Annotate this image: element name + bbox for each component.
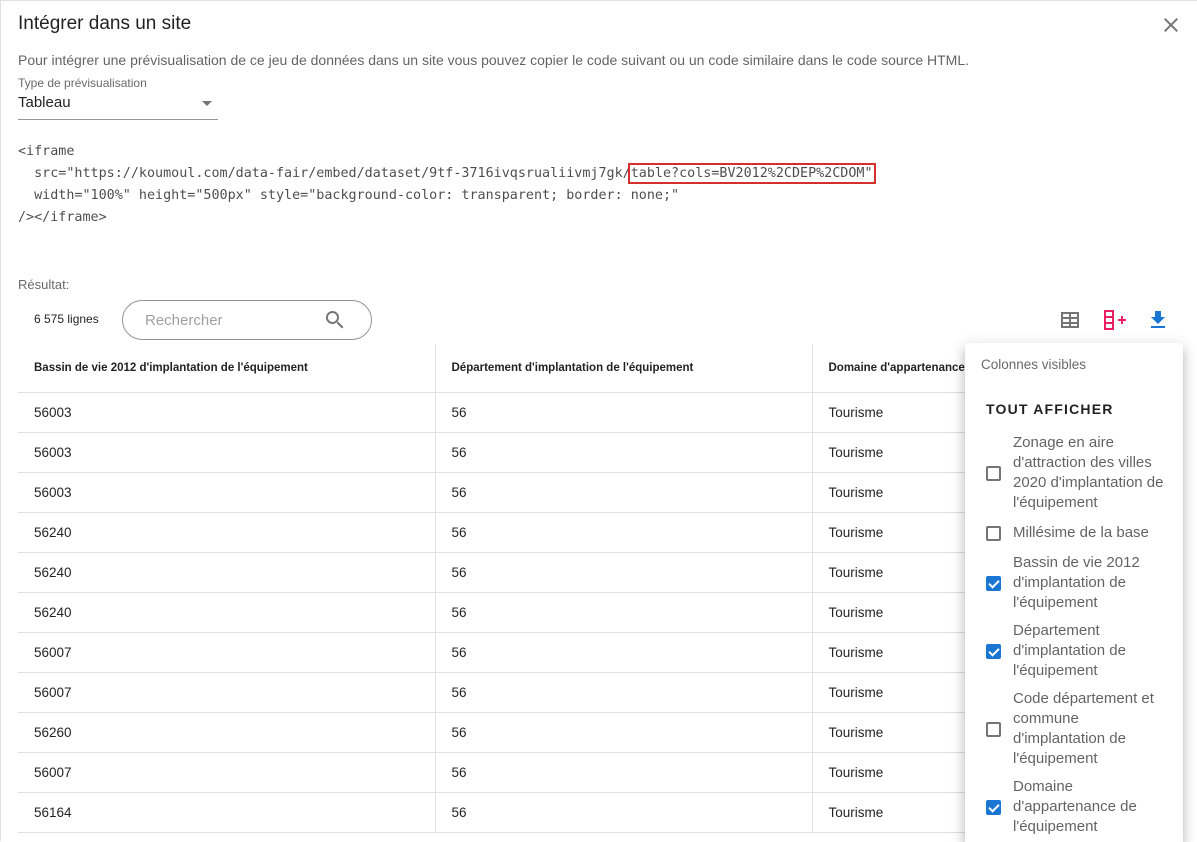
code-line-4: /></iframe> xyxy=(18,210,107,225)
table-cell: 56 xyxy=(434,592,812,633)
table-cell: 56240 xyxy=(18,512,435,553)
table-header-row: Bassin de vie 2012 d'implantation de l'é… xyxy=(18,344,1018,393)
table-cell: 56 xyxy=(434,792,812,833)
table-row: 56240 56 Tourisme xyxy=(18,592,1018,633)
column-option[interactable]: Millésime de la base xyxy=(965,523,1183,545)
table-cell: 56003 xyxy=(18,392,435,433)
embed-dialog: Intégrer dans un site Pour intégrer une … xyxy=(0,0,1197,842)
checkbox[interactable] xyxy=(986,466,1001,481)
column-option[interactable]: Bassin de vie 2012 d'implantation de l'é… xyxy=(965,553,1183,615)
column-option[interactable]: Code département et commune d'implantati… xyxy=(965,689,1183,771)
table-row: 56240 56 Tourisme xyxy=(18,512,1018,553)
checkbox[interactable] xyxy=(986,576,1001,591)
checkbox[interactable] xyxy=(986,526,1001,541)
table-cell: 56003 xyxy=(18,432,435,473)
search-icon[interactable] xyxy=(323,308,347,332)
embed-code[interactable]: <iframe src="https://koumoul.com/data-fa… xyxy=(18,141,876,229)
table-row: 56007 56 Tourisme xyxy=(18,672,1018,713)
menu-subheader: Colonnes visibles xyxy=(981,357,1087,372)
table-cell: 56260 xyxy=(18,712,435,753)
table-cell: 56164 xyxy=(18,792,435,833)
table-cell: 56 xyxy=(434,632,812,673)
table-cell: 56240 xyxy=(18,592,435,633)
column-option-label: Domaine d'appartenance de l'équipement xyxy=(1013,778,1137,835)
checkbox[interactable] xyxy=(986,800,1001,815)
code-line-1: <iframe xyxy=(18,144,75,159)
checkbox[interactable] xyxy=(986,722,1001,737)
data-table: Bassin de vie 2012 d'implantation de l'é… xyxy=(18,344,1018,842)
chevron-down-icon xyxy=(202,101,212,106)
code-highlight: table?cols=BV2012%2CDEP%2CDOM" xyxy=(627,163,876,184)
close-icon[interactable] xyxy=(1159,13,1183,37)
column-option-label: Millésime de la base xyxy=(1013,524,1149,541)
table-row: 56003 56 Tourisme xyxy=(18,432,1018,473)
table-cell: 56 xyxy=(434,512,812,553)
table-row: 56003 56 Tourisme xyxy=(18,392,1018,433)
table-cell: 56 xyxy=(434,752,812,793)
column-option[interactable]: Zonage en aire d'attraction des villes 2… xyxy=(965,433,1183,515)
table-cell: 56 xyxy=(434,472,812,513)
search-input[interactable] xyxy=(145,310,325,330)
column-option-label: Code département et commune d'implantati… xyxy=(1013,690,1154,767)
dialog-title: Intégrer dans un site xyxy=(18,13,192,34)
row-count: 6 575 lignes xyxy=(34,312,99,326)
preview-type-label: Type de prévisualisation xyxy=(18,76,147,90)
table-row: 56240 56 Tourisme xyxy=(18,552,1018,593)
download-icon[interactable] xyxy=(1146,308,1170,332)
preview-type-select[interactable]: Tableau xyxy=(18,92,218,120)
table-cell: 56007 xyxy=(18,632,435,673)
table-cell: 56240 xyxy=(18,552,435,593)
table-cell: 56 xyxy=(434,392,812,433)
visible-columns-menu: Colonnes visibles TOUT AFFICHER Zonage e… xyxy=(965,343,1183,842)
table-cell: 56 xyxy=(434,552,812,593)
column-header[interactable]: Département d'implantation de l'équipeme… xyxy=(434,344,812,393)
column-header[interactable]: Bassin de vie 2012 d'implantation de l'é… xyxy=(18,344,435,393)
table-row: 56164 56 Tourisme xyxy=(18,792,1018,833)
table-view-icon[interactable] xyxy=(1058,308,1082,332)
checkbox[interactable] xyxy=(986,644,1001,659)
column-add-icon[interactable] xyxy=(1102,308,1130,332)
table-row: 56260 56 Tourisme xyxy=(18,712,1018,753)
code-line-2-prefix: src="https://koumoul.com/data-fair/embed… xyxy=(18,166,631,181)
table-cell: 56 xyxy=(434,712,812,753)
column-option-label: Département d'implantation de l'équipeme… xyxy=(1013,622,1126,679)
preview-type-value: Tableau xyxy=(18,94,71,111)
intro-text: Pour intégrer une prévisualisation de ce… xyxy=(18,52,970,68)
table-cell: 56 xyxy=(434,672,812,713)
table-cell: 56007 xyxy=(18,752,435,793)
code-line-3: width="100%" height="500px" style="backg… xyxy=(18,188,680,203)
table-row: 56007 56 Tourisme xyxy=(18,752,1018,793)
result-label: Résultat: xyxy=(18,277,70,292)
column-option[interactable]: Domaine d'appartenance de l'équipement xyxy=(965,777,1183,839)
column-option-label: Zonage en aire d'attraction des villes 2… xyxy=(1013,434,1164,511)
table-row: 56007 56 Tourisme xyxy=(18,632,1018,673)
table-row: 56003 56 Tourisme xyxy=(18,472,1018,513)
column-option-label: Bassin de vie 2012 d'implantation de l'é… xyxy=(1013,554,1140,611)
table-cell: 56003 xyxy=(18,472,435,513)
table-cell: 56 xyxy=(434,432,812,473)
column-option[interactable]: Département d'implantation de l'équipeme… xyxy=(965,621,1183,683)
show-all-button[interactable]: TOUT AFFICHER xyxy=(974,397,1126,421)
table-cell: 56007 xyxy=(18,672,435,713)
